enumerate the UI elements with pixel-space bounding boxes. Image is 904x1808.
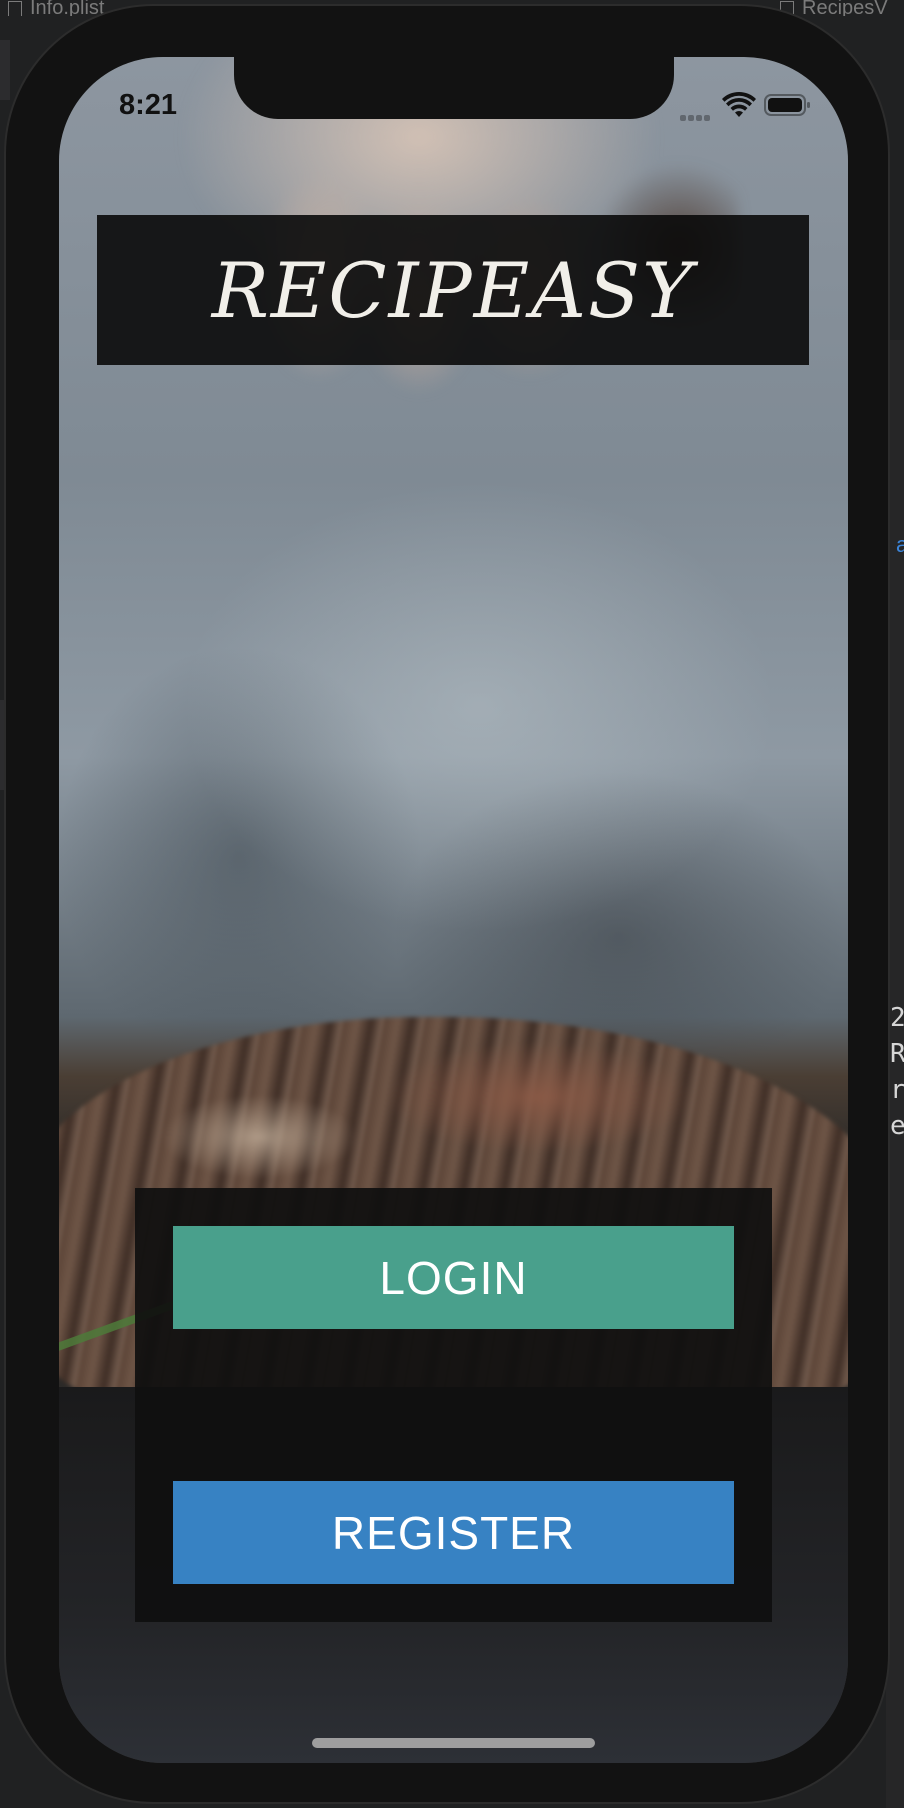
code-line: r bbox=[890, 1075, 904, 1105]
wifi-icon bbox=[722, 91, 756, 117]
editor-gutter bbox=[0, 40, 10, 100]
editor-tab-label: RecipesV bbox=[802, 0, 888, 16]
register-button[interactable]: REGISTER bbox=[173, 1481, 734, 1584]
code-line: e bbox=[890, 1111, 904, 1141]
auth-buttons-panel: LOGIN REGISTER bbox=[135, 1188, 772, 1622]
code-line: R bbox=[890, 1039, 904, 1069]
app-title-banner: RECIPEASY bbox=[97, 215, 809, 365]
app-title: RECIPEASY bbox=[211, 245, 695, 335]
signal-icon bbox=[680, 108, 712, 126]
login-button[interactable]: LOGIN bbox=[173, 1226, 734, 1329]
device-screen: 8:21 RECIPEASY LOGIN REGISTER bbox=[59, 57, 848, 1763]
editor-tab-recipes[interactable]: RecipesV bbox=[780, 0, 904, 16]
device-notch bbox=[234, 57, 674, 119]
document-icon bbox=[8, 0, 22, 16]
status-time: 8:21 bbox=[119, 89, 178, 121]
iphone-frame: 8:21 RECIPEASY LOGIN REGISTER bbox=[4, 4, 890, 1804]
battery-icon bbox=[764, 94, 810, 116]
editor-tab-label: Info.plist bbox=[30, 0, 105, 16]
editor-link[interactable]: a bbox=[896, 532, 904, 558]
editor-code-text: 2 R r e bbox=[890, 1000, 904, 1144]
home-indicator[interactable] bbox=[312, 1738, 595, 1748]
code-line: 2 bbox=[890, 1003, 904, 1033]
